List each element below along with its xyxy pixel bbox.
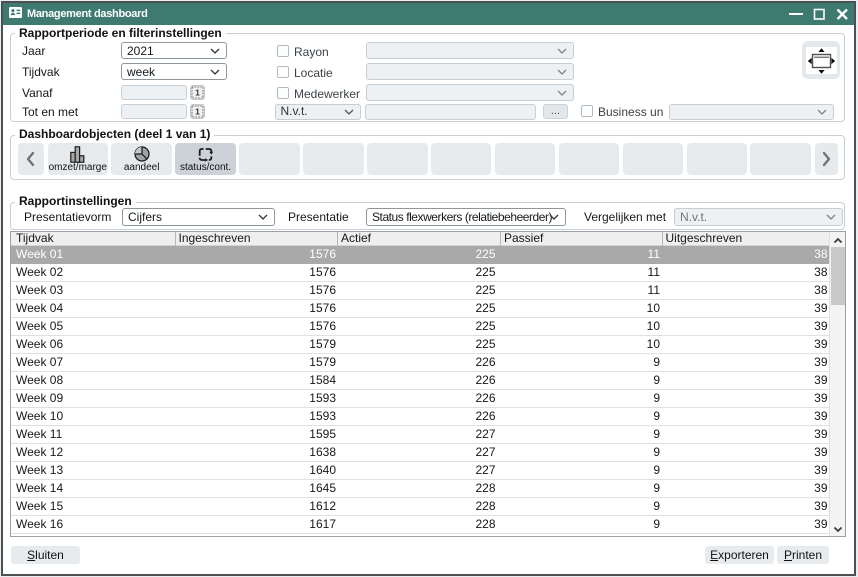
svg-text:1: 1 bbox=[195, 106, 200, 116]
svg-text:1: 1 bbox=[195, 87, 200, 97]
